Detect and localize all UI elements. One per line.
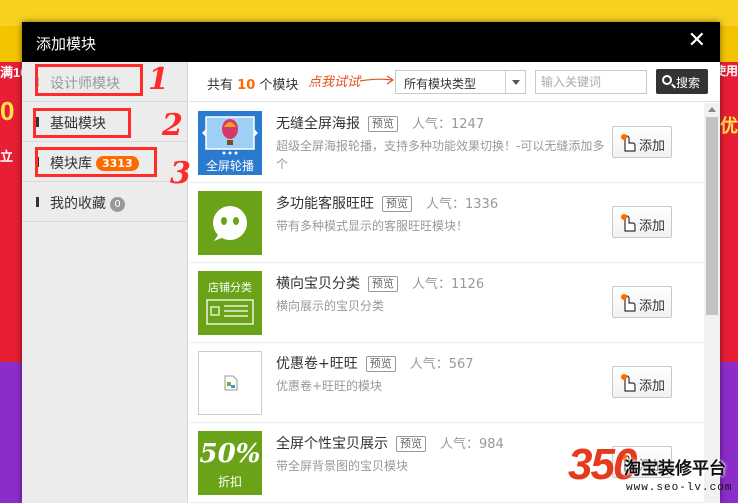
module-description: 带全屏背景图的宝贝模块 bbox=[276, 459, 409, 473]
discount-thumbnail: 50% 折扣 bbox=[198, 431, 262, 495]
module-description: 优惠卷+旺旺的模块 bbox=[276, 379, 383, 393]
hint-text: 点我试试 bbox=[308, 75, 361, 90]
module-category-sidebar: 设计师模块 基础模块 模块库 3313 我的收藏 0 1 2 3 bbox=[22, 62, 191, 503]
sidebar-item-label: 我的收藏 0 bbox=[50, 193, 125, 213]
annotation-box bbox=[35, 64, 143, 96]
add-module-dialog: 添加模块 ✕ 设计师模块 基础模块 模块库 3313 我的收藏 0 1 2 3 共有… bbox=[22, 22, 720, 503]
list-item: 多功能客服旺旺 预览 人气：1336 带有多种模式显示的客服旺旺模块！ 添加 bbox=[189, 183, 704, 263]
module-toolbar: 共有 10 个模块 点我试试 所有模块类型 搜索 bbox=[189, 62, 720, 102]
thumbnail-label: 全屏轮播 bbox=[205, 159, 254, 173]
background-text: 优 bbox=[720, 116, 738, 136]
module-name-row: 优惠卷+旺旺 预览 人气：567 bbox=[276, 353, 474, 373]
add-module-button[interactable]: 添加 bbox=[612, 206, 672, 238]
popularity: 人气：1336 bbox=[426, 197, 499, 212]
annotation-number: 3 bbox=[170, 156, 191, 191]
arrow-icon bbox=[359, 75, 395, 85]
hand-pointer-icon bbox=[621, 294, 636, 312]
thumbnail-sublabel: 折扣 bbox=[217, 475, 242, 489]
thumbnail-label: 50% bbox=[199, 439, 261, 469]
coupon-thumbnail bbox=[198, 351, 262, 415]
dialog-header: 添加模块 ✕ bbox=[22, 22, 720, 62]
thumbnail-label: 店铺分类 bbox=[208, 281, 252, 294]
module-description: 带有多种模式显示的客服旺旺模块！ bbox=[276, 219, 469, 233]
module-description: 超级全屏海报轮播，支持多种功能效果切换！-可以无缝添加多个 bbox=[276, 139, 605, 171]
module-count: 10 bbox=[237, 78, 256, 93]
add-module-button[interactable]: 添加 bbox=[612, 366, 672, 398]
module-name-row: 多功能客服旺旺 预览 人气：1336 bbox=[276, 193, 498, 213]
add-button-label: 添加 bbox=[639, 139, 666, 154]
popularity: 人气：1126 bbox=[412, 277, 485, 292]
hand-pointer-icon bbox=[621, 134, 636, 152]
popularity: 人气：567 bbox=[409, 357, 474, 372]
preview-button[interactable]: 预览 bbox=[396, 436, 426, 452]
wangwang-icon bbox=[198, 191, 262, 255]
wangwang-thumbnail bbox=[198, 191, 262, 255]
keyword-search-input[interactable] bbox=[535, 70, 647, 94]
watermark-logo: 350 淘宝装修平台 www.seo-lv.com bbox=[568, 440, 738, 503]
list-item: 店铺分类 横向宝贝分类 预览 人气：1126 横向展示的宝贝分类 添加 bbox=[189, 263, 704, 343]
broken-image-icon bbox=[224, 375, 238, 391]
module-count-text: 共有 10 个模块 bbox=[207, 78, 299, 93]
add-button-label: 添加 bbox=[639, 299, 666, 314]
hand-pointer-icon bbox=[621, 374, 636, 392]
popularity: 人气：984 bbox=[440, 437, 504, 452]
watermark-title: 淘宝装修平台 bbox=[624, 459, 726, 479]
add-module-button[interactable]: 添加 bbox=[612, 286, 672, 318]
list-item: 优惠卷+旺旺 预览 人气：567 优惠卷+旺旺的模块 添加 bbox=[189, 343, 704, 423]
preview-button[interactable]: 预览 bbox=[368, 276, 398, 292]
add-button-label: 添加 bbox=[639, 219, 666, 234]
bullet-icon bbox=[36, 197, 39, 207]
module-description: 横向展示的宝贝分类 bbox=[276, 299, 385, 313]
annotation-box bbox=[35, 147, 157, 177]
add-module-button[interactable]: 添加 bbox=[612, 126, 672, 158]
sidebar-item-favorites[interactable]: 我的收藏 0 bbox=[22, 182, 188, 222]
module-name: 全屏个性宝贝展示 bbox=[276, 436, 388, 452]
module-type-select[interactable]: 所有模块类型 bbox=[395, 70, 526, 94]
module-name: 无缝全屏海报 bbox=[276, 116, 360, 132]
scrollbar-thumb[interactable] bbox=[706, 117, 718, 315]
scroll-up-icon[interactable] bbox=[708, 107, 716, 112]
background-text: 立 bbox=[0, 149, 14, 164]
store-category-thumbnail: 店铺分类 bbox=[198, 271, 262, 335]
popularity: 人气：1247 bbox=[412, 117, 485, 132]
add-button-label: 添加 bbox=[639, 379, 666, 394]
annotation-number: 2 bbox=[162, 108, 183, 143]
fullscreen-carousel-thumbnail: 全屏轮播 bbox=[198, 111, 262, 175]
search-icon bbox=[662, 75, 672, 85]
module-name: 多功能客服旺旺 bbox=[276, 196, 374, 212]
watermark-url: www.seo-lv.com bbox=[626, 482, 733, 494]
chevron-down-icon[interactable] bbox=[505, 71, 525, 93]
hand-pointer-icon bbox=[621, 214, 636, 232]
category-list-icon bbox=[206, 299, 254, 325]
preview-button[interactable]: 预览 bbox=[365, 356, 396, 372]
close-icon[interactable]: ✕ bbox=[688, 30, 706, 52]
count-badge: 0 bbox=[110, 197, 125, 212]
module-name-row: 全屏个性宝贝展示 预览 人气：984 bbox=[276, 433, 504, 453]
preview-button[interactable]: 预览 bbox=[382, 196, 412, 212]
list-item: 全屏轮播 无缝全屏海报 预览 人气：1247 超级全屏海报轮播，支持多种功能效果切换… bbox=[189, 103, 704, 183]
module-name-row: 无缝全屏海报 预览 人气：1247 bbox=[276, 113, 484, 133]
search-button-label: 搜索 bbox=[676, 76, 701, 90]
annotation-number: 1 bbox=[148, 62, 169, 97]
search-button[interactable]: 搜索 bbox=[656, 69, 708, 94]
preview-button[interactable]: 预览 bbox=[368, 116, 398, 132]
dialog-title: 添加模块 bbox=[36, 35, 97, 53]
module-name-row: 横向宝贝分类 预览 人气：1126 bbox=[276, 273, 484, 293]
annotation-box bbox=[33, 108, 131, 138]
module-name: 横向宝贝分类 bbox=[276, 276, 360, 292]
module-name: 优惠卷+旺旺 bbox=[276, 356, 358, 372]
background-text: 0 bbox=[0, 96, 15, 126]
selected-type: 所有模块类型 bbox=[404, 77, 477, 91]
